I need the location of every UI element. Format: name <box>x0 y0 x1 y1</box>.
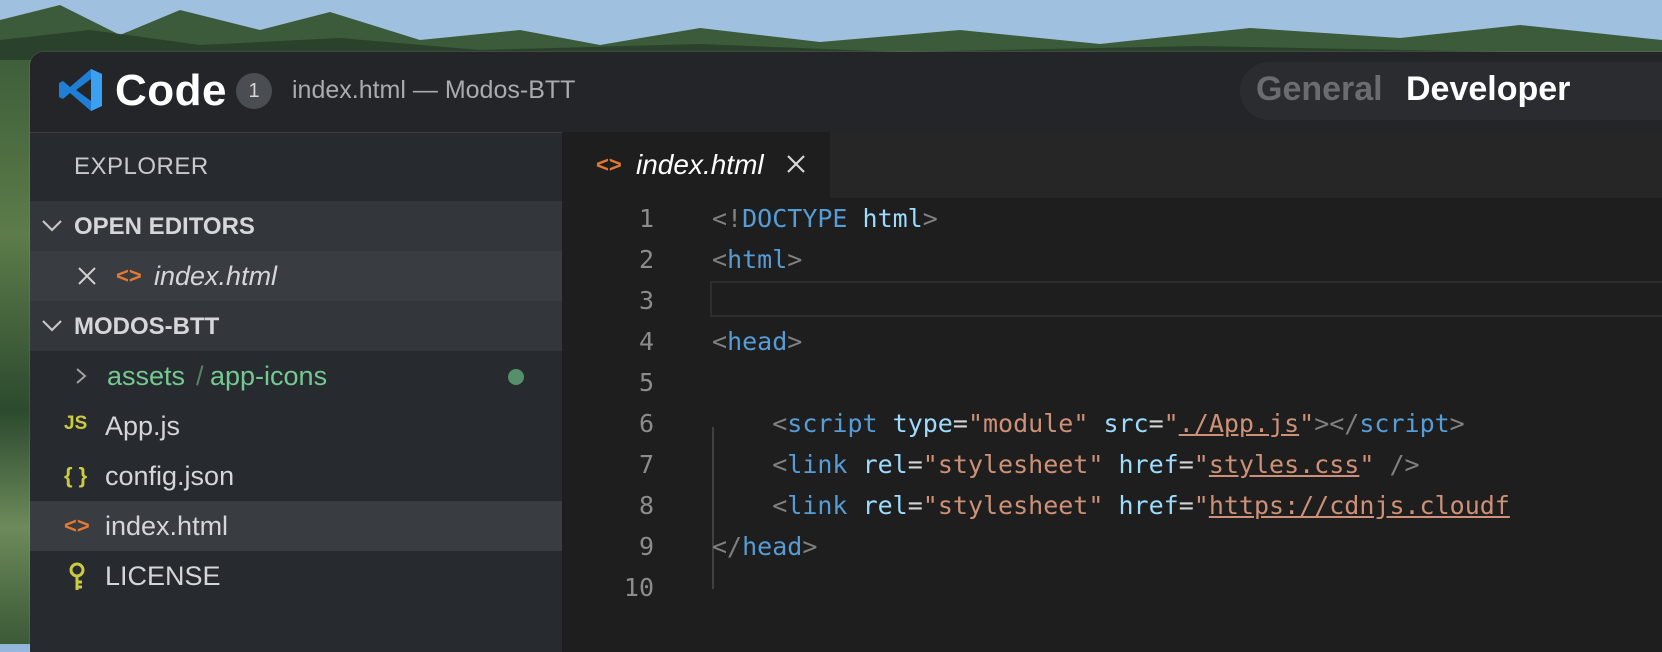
code-line: 6 <script type="module" src="./App.js"><… <box>562 403 1662 444</box>
license-file-icon <box>69 562 85 590</box>
file-app-js-row[interactable]: JS App.js <box>30 401 562 451</box>
line-number: 8 <box>638 491 654 520</box>
code-text: </head> <box>712 532 818 561</box>
json-file-icon: { } <box>64 463 88 488</box>
open-editors-header[interactable]: OPEN EDITORS <box>30 201 562 251</box>
html-file-icon: <> <box>596 152 622 177</box>
line-number: 6 <box>638 409 654 438</box>
explorer-sidebar: EXPLORER OPEN EDITORS <> index.html MODO… <box>30 132 562 652</box>
code-text: <head> <box>712 327 803 356</box>
code-line: 8 <link rel="stylesheet" href="https://c… <box>562 485 1662 526</box>
editor-area: <> index.html 1 <!DOCTYPE html> 2 <html> <box>562 132 1662 652</box>
file-index-html-label: index.html <box>105 511 229 541</box>
file-license-label: LICENSE <box>105 561 221 591</box>
line-number: 10 <box>623 573 654 602</box>
vscode-window: Code 1 index.html — Modos-BTT General De… <box>30 52 1662 652</box>
chevron-right-icon <box>76 368 87 384</box>
segment-general[interactable]: General <box>1256 70 1383 109</box>
code-line: 7 <link rel="stylesheet" href="styles.cs… <box>562 444 1662 485</box>
open-editor-item[interactable]: <> index.html <box>30 251 562 301</box>
line-number: 9 <box>638 532 654 561</box>
file-index-html-row[interactable]: <> index.html <box>30 501 562 551</box>
code-line-current: 3 <box>562 280 1662 321</box>
html-file-icon: <> <box>116 263 142 288</box>
file-config-json-label: config.json <box>105 461 235 491</box>
folder-assets-row[interactable]: assets / app-icons <box>30 351 562 401</box>
segment-developer[interactable]: Developer <box>1406 70 1570 109</box>
code-line: 1 <!DOCTYPE html> <box>562 198 1662 239</box>
code-line: 4 <head> <box>562 321 1662 362</box>
line-number: 7 <box>638 450 654 479</box>
explorer-title: EXPLORER <box>74 153 209 180</box>
current-line-highlight <box>710 281 1662 317</box>
close-tab-icon[interactable] <box>784 152 808 176</box>
git-modified-dot-icon <box>508 369 524 385</box>
open-editor-label: index.html <box>154 261 278 291</box>
close-icon[interactable] <box>76 265 98 287</box>
tab-bar: <> index.html <box>562 132 1662 198</box>
code-text: <html> <box>712 245 803 274</box>
line-number: 1 <box>638 204 654 233</box>
code-text: <link rel="stylesheet" href="https://cdn… <box>772 491 1510 520</box>
line-number: 5 <box>638 368 654 397</box>
chevron-down-icon <box>42 220 62 232</box>
file-app-js-label: App.js <box>105 411 181 441</box>
folder-assets-label: assets <box>107 361 186 391</box>
code-text: <link rel="stylesheet" href="styles.css"… <box>772 450 1420 479</box>
code-line: 10 <box>562 567 1662 608</box>
code-editor[interactable]: 1 <!DOCTYPE html> 2 <html> 3 4 <head> 5 <box>562 198 1662 652</box>
html-file-icon: <> <box>64 513 90 538</box>
file-license-row[interactable]: LICENSE <box>30 551 562 601</box>
chevron-down-icon <box>42 320 62 332</box>
code-text: <script type="module" src="./App.js"></s… <box>772 409 1465 438</box>
file-config-json-row[interactable]: { } config.json <box>30 451 562 501</box>
open-editors-label: OPEN EDITORS <box>74 213 255 240</box>
vscode-logo-icon <box>59 69 102 111</box>
project-label: MODOS-BTT <box>74 313 220 340</box>
code-line: 5 <box>562 362 1662 403</box>
tab-label: index.html <box>636 149 764 180</box>
line-number: 3 <box>638 286 654 315</box>
window-title: index.html — Modos-BTT <box>292 76 576 104</box>
app-name: Code <box>115 66 227 115</box>
tab-index-html[interactable]: <> index.html <box>562 132 830 198</box>
js-file-icon: JS <box>64 413 88 434</box>
line-number: 2 <box>638 245 654 274</box>
path-separator: / <box>196 361 204 391</box>
notification-badge[interactable]: 1 <box>236 73 272 109</box>
code-line: 2 <html> <box>562 239 1662 280</box>
code-line: 9 </head> <box>562 526 1662 567</box>
folder-app-icons-label: app-icons <box>210 361 328 391</box>
desktop-wallpaper-edge <box>0 60 32 644</box>
code-text: <!DOCTYPE html> <box>712 204 938 233</box>
line-number: 4 <box>638 327 654 356</box>
title-bar: Code 1 index.html — Modos-BTT General De… <box>30 52 1662 132</box>
workbench: EXPLORER OPEN EDITORS <> index.html MODO… <box>30 132 1662 652</box>
project-header[interactable]: MODOS-BTT <box>30 301 562 351</box>
